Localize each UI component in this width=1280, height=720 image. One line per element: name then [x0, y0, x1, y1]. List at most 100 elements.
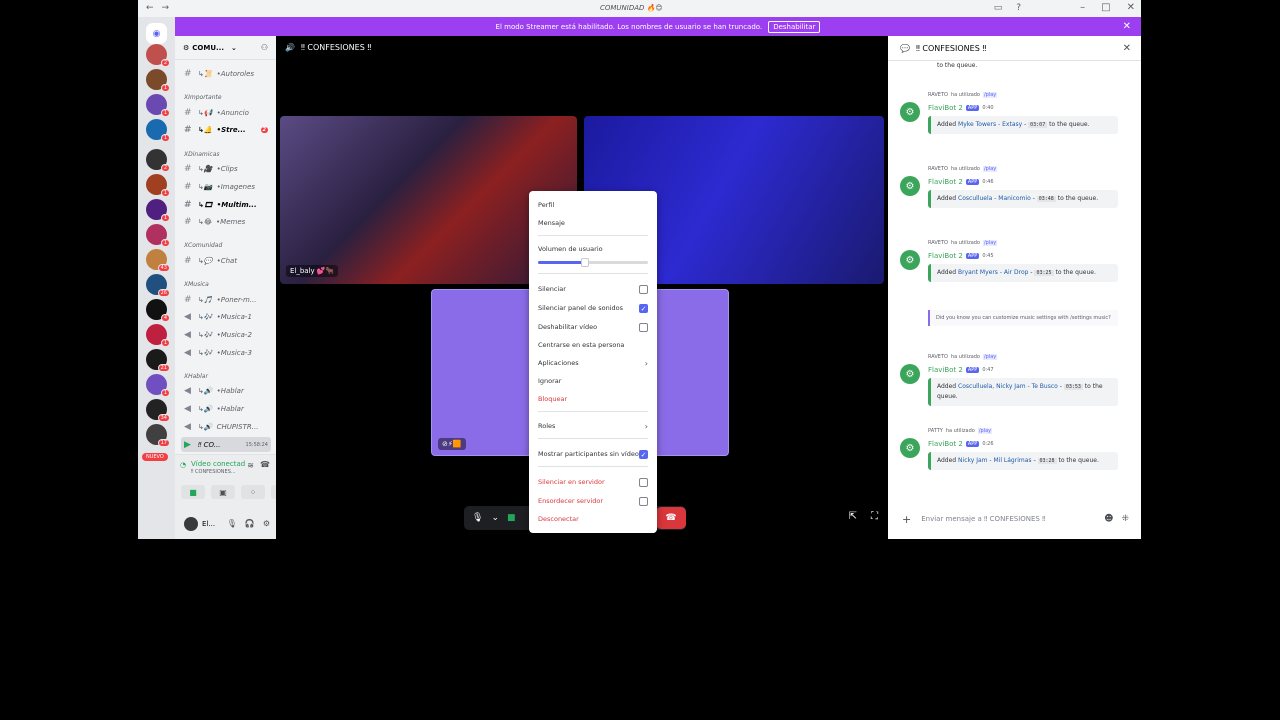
server-icon[interactable]: 1	[146, 199, 170, 222]
close-icon[interactable]: ✕	[1123, 43, 1131, 54]
song-link[interactable]: Cosculluela - Manicomio	[958, 195, 1031, 202]
menu-item-ignore[interactable]: Ignorar	[538, 375, 648, 387]
voice-channel-item[interactable]: ◀ ↳🔊 •Hablar	[181, 401, 271, 416]
camera-icon[interactable]: ■	[181, 485, 205, 499]
category-label[interactable]: XMusica	[184, 281, 209, 288]
volume-slider[interactable]	[538, 258, 648, 267]
channel-item[interactable]: # ↳📜 •Autoroles	[181, 66, 271, 81]
help-icon[interactable]: ?	[1016, 3, 1021, 13]
menu-item-profile[interactable]: Perfil	[538, 199, 648, 211]
menu-item-disconnect[interactable]: Desconectar	[538, 513, 648, 525]
menu-item-apps[interactable]: Aplicaciones ›	[538, 357, 648, 369]
checkbox[interactable]	[639, 477, 648, 487]
song-link[interactable]: Myke Towers - Extasy	[958, 121, 1022, 128]
new-badge[interactable]: NUEVO	[142, 453, 168, 461]
server-icon[interactable]: 17	[146, 424, 170, 447]
disable-streamer-button[interactable]: Deshabilitar	[768, 20, 821, 33]
fullscreen-icon[interactable]: ⛶	[871, 511, 878, 522]
bot-avatar[interactable]: ⚙	[900, 176, 920, 196]
server-icon[interactable]: 1	[146, 174, 170, 197]
microphone-icon[interactable]: 🎙	[227, 519, 237, 528]
voice-channel-item[interactable]: ◀ ↳🔊 •Hablar	[181, 383, 271, 398]
voice-channel-item[interactable]: ◀ ↳🎶 •Musica-1	[181, 309, 271, 324]
server-icon[interactable]: 1	[146, 324, 170, 347]
menu-item-mute[interactable]: Silenciar	[538, 283, 648, 295]
server-icon[interactable]: 2	[146, 149, 170, 172]
bot-name[interactable]: FlaviBot 2	[928, 366, 963, 374]
menu-item-block[interactable]: Bloquear	[538, 393, 648, 405]
server-icon[interactable]: 4	[146, 299, 170, 322]
menu-item-show-non-video[interactable]: Mostrar participantes sin vídeo ✓	[538, 448, 648, 460]
server-icon[interactable]: 1	[146, 119, 170, 142]
bot-name[interactable]: FlaviBot 2	[928, 178, 963, 186]
voice-channel-item[interactable]: ◀ ↳🎶 •Musica-3	[181, 345, 271, 360]
voice-status-channel[interactable]: ‼ CONFESIONES...	[191, 469, 236, 475]
bot-avatar[interactable]: ⚙	[900, 102, 920, 122]
category-label[interactable]: XImportante	[184, 94, 222, 101]
menu-item-roles[interactable]: Roles ›	[538, 420, 648, 432]
signal-icon[interactable]: ◔	[180, 461, 186, 469]
add-attachment-icon[interactable]: +	[902, 513, 911, 526]
apps-icon[interactable]: ⁜	[1121, 514, 1129, 524]
checkbox-checked[interactable]: ✓	[639, 449, 648, 459]
avatar[interactable]	[184, 516, 198, 531]
song-link[interactable]: Cosculluela, Nicky Jam - Te Busco	[958, 383, 1058, 390]
close-window-button[interactable]: ✕	[1127, 2, 1135, 13]
maximize-button[interactable]: □	[1101, 2, 1110, 13]
bot-avatar[interactable]: ⚙	[900, 364, 920, 384]
channel-item[interactable]: # ↳🎵 •Poner-m...	[181, 292, 271, 307]
bot-name[interactable]: FlaviBot 2	[928, 104, 963, 112]
checkbox[interactable]	[639, 284, 648, 294]
server-icon[interactable]: 1	[146, 94, 170, 117]
nav-arrows[interactable]: ←→	[146, 3, 177, 13]
server-icon[interactable]: 43	[146, 249, 170, 272]
voice-channel-item[interactable]: ◀ ↳🎶 •Musica-2	[181, 327, 271, 342]
server-icon[interactable]: 2	[146, 44, 170, 67]
volume-slider-handle[interactable]	[581, 258, 590, 267]
channel-item[interactable]: # ↳😂 •Memes	[181, 214, 271, 229]
menu-item-mute-soundboard[interactable]: Silenciar panel de sonidos ✓	[538, 302, 648, 314]
chevron-down-icon[interactable]: ⌄	[491, 513, 499, 523]
channel-item[interactable]: # ↳🎞 •Multim...	[181, 197, 271, 212]
server-icon[interactable]: 21	[146, 349, 170, 372]
menu-item-focus[interactable]: Centrarse en esta persona	[538, 339, 648, 351]
category-label[interactable]: XComunidad	[184, 242, 222, 249]
category-label[interactable]: XHablar	[184, 373, 208, 380]
song-link[interactable]: Nicky Jam - Mil Lágrimas	[958, 457, 1031, 464]
screen-share-icon[interactable]: ▣	[211, 485, 235, 499]
username[interactable]: El...	[202, 520, 215, 528]
channel-item[interactable]: # ↳🔔 •Stre... 2	[181, 122, 271, 137]
camera-icon[interactable]: ■	[507, 513, 516, 523]
bot-avatar[interactable]: ⚙	[900, 438, 920, 458]
activity-icon[interactable]: ⁘	[241, 485, 265, 499]
song-link[interactable]: Bryant Myers - Air Drop	[958, 269, 1028, 276]
voice-channel-item-active[interactable]: ▶ ‼ CO... 15:58:24	[181, 437, 271, 452]
add-member-icon[interactable]: ⚇	[261, 43, 268, 52]
voice-channel-item[interactable]: ◀ ↳🔊 CHUPISTR...	[181, 419, 271, 434]
gear-icon[interactable]: ⚙	[263, 519, 270, 528]
server-icon[interactable]: 1	[146, 374, 170, 397]
server-icon[interactable]: 26	[146, 274, 170, 297]
checkbox[interactable]	[639, 322, 648, 332]
menu-item-disable-video[interactable]: Deshabilitar vídeo	[538, 321, 648, 333]
bot-name[interactable]: FlaviBot 2	[928, 252, 963, 260]
channel-item[interactable]: # ↳📷 •Imagenes	[181, 179, 271, 194]
channel-item[interactable]: # ↳🎥 •Clips	[181, 161, 271, 176]
inbox-icon[interactable]: ▭	[994, 3, 1003, 13]
microphone-icon[interactable]: 🎙	[472, 513, 483, 523]
checkbox[interactable]	[639, 496, 648, 506]
server-header[interactable]: ⚙ COMU... ⌄ ⚇	[175, 36, 276, 60]
popout-icon[interactable]: ⇱	[849, 511, 857, 522]
menu-item-message[interactable]: Mensaje	[538, 217, 648, 229]
bot-avatar[interactable]: ⚙	[900, 250, 920, 270]
server-icon[interactable]: 1	[146, 224, 170, 247]
category-label[interactable]: XDinamicas	[184, 151, 220, 158]
server-icon[interactable]: 1	[146, 69, 170, 92]
minimize-button[interactable]: –	[1080, 2, 1085, 13]
channel-item[interactable]: # ↳💬 •Chat	[181, 253, 271, 268]
server-icon[interactable]: 34	[146, 399, 170, 422]
close-icon[interactable]: ✕	[1123, 21, 1131, 32]
bot-name[interactable]: FlaviBot 2	[928, 440, 963, 448]
discord-home-icon[interactable]: ◉	[146, 23, 167, 44]
menu-item-server-mute[interactable]: Silenciar en servidor	[538, 476, 648, 488]
